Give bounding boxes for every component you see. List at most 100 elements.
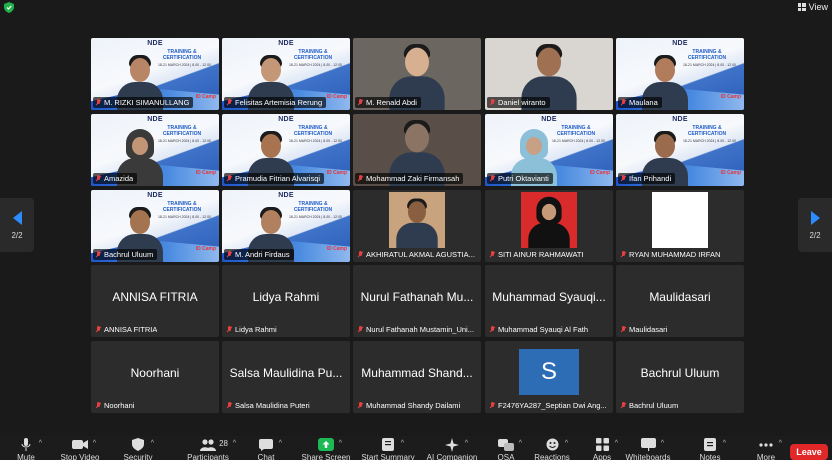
more-icon: ^ [758,438,782,451]
participant-tile[interactable]: NDE TRAINING & CERTIFICATION 18-21 MARCH 2… [222,190,350,262]
toolbar-qa-button[interactable]: ^ QSA [486,438,526,460]
view-label: View [808,2,828,12]
participant-display-name: Bachrul Uluum [640,366,720,380]
chevron-up-icon[interactable]: ^ [151,440,154,447]
participant-tile[interactable]: Maulidasari Maulidasari [616,265,744,337]
participant-tile[interactable]: Mohammad Zaki Firmansah [353,114,481,186]
toolbar-notes-button[interactable]: ^ Notes [690,438,730,460]
poster-title: TRAINING & CERTIFICATION [293,201,333,213]
muted-microphone-icon [358,250,363,259]
toolbar-whiteboard-button[interactable]: ^ Whiteboards [625,438,671,460]
participant-tile[interactable]: Daniel wiranto [485,38,613,110]
participant-name: Amazida [104,174,134,183]
participant-tile[interactable]: NDE TRAINING & CERTIFICATION 18-21 MARCH 2… [222,114,350,186]
muted-microphone-icon [96,98,101,107]
participant-name-tag: Pramudia Fitrian Alvarisqi [224,173,325,184]
participant-tile[interactable]: AKHIRATUL AKMAL AGUSTIA... [353,190,481,262]
summary-icon: ^ [380,438,404,451]
toolbar-label: QSA [497,453,515,460]
participant-tile[interactable]: Muhammad Syauqi... Muhammad Syauqi Al Fat… [485,265,613,337]
participant-tile[interactable]: Bachrul Uluum Bachrul Uluum [616,341,744,413]
participant-tile[interactable]: Lidya Rahmi Lidya Rahmi [222,265,350,337]
muted-microphone-icon [96,401,101,410]
participant-tile[interactable]: ANNISA FITRIA ANNISA FITRIA [91,265,219,337]
chevron-up-icon[interactable]: ^ [401,440,404,447]
muted-microphone-icon [227,325,232,334]
poster-title: TRAINING & CERTIFICATION [293,49,333,61]
toolbar-video-camera-button[interactable]: ^ Stop Video [60,438,100,460]
participant-figure [396,196,438,248]
participant-tile[interactable]: RYAN MUHAMMAD IRFAN [616,190,744,262]
poster-date: 18-21 MARCH 2024 | 8.00 - 12.00 [288,215,342,219]
participant-tile[interactable]: NDE TRAINING & CERTIFICATION 18-21 MARCH 2… [91,190,219,262]
leave-button[interactable]: Leave [790,444,828,460]
toolbar-chat-button[interactable]: ^ Chat [246,438,286,460]
participant-display-name: Muhammad Shand... [361,366,473,380]
participant-name: Daniel wiranto [498,98,546,107]
encryption-shield-icon[interactable] [4,2,14,13]
previous-page-button[interactable]: 2/2 [0,198,34,252]
poster-brand: ID Camp [195,170,216,176]
participant-tile[interactable]: Noorhani Noorhani [91,341,219,413]
participant-tile[interactable]: NDE TRAINING & CERTIFICATION 18-21 MARCH 2… [91,114,219,186]
participant-tile[interactable]: Muhammad Shand... Muhammad Shandy Dailami [353,341,481,413]
participant-tile[interactable]: Nurul Fathanah Mu... Nurul Fathanah Musta… [353,265,481,337]
participant-name: Putri Oktavianti [498,174,549,183]
chevron-up-icon[interactable]: ^ [615,440,618,447]
chevron-up-icon[interactable]: ^ [723,440,726,447]
chevron-up-icon[interactable]: ^ [93,440,96,447]
participant-tile[interactable]: Salsa Maulidina Pu... Salsa Maulidina Put… [222,341,350,413]
toolbar-shield-button[interactable]: ^ Security [118,438,158,460]
next-page-button[interactable]: 2/2 [798,198,832,252]
toolbar-apps-button[interactable]: ^ Apps [582,438,622,460]
participant-name-tag: Muhammad Syauqi Al Fath [487,324,592,335]
participant-tile[interactable]: M. Renald Abdi [353,38,481,110]
chevron-up-icon[interactable]: ^ [39,440,42,447]
participant-name: Muhammad Shandy Dailami [366,401,461,410]
poster-logo: NDE [672,40,688,47]
participant-name-tag: F2476YA287_Septian Dwi Ang... [487,400,611,411]
view-button[interactable]: View [797,1,828,13]
chevron-up-icon[interactable]: ^ [565,440,568,447]
toolbar-label: Whiteboards [625,453,671,460]
poster-date: 18-21 MARCH 2024 | 8.00 - 12.00 [288,63,342,67]
sparkle-icon: ^ [444,437,468,452]
poster-title: TRAINING & CERTIFICATION [162,49,202,61]
chevron-up-icon[interactable]: ^ [519,440,522,447]
participant-tile[interactable]: NDE TRAINING & CERTIFICATION 18-21 MARCH 2… [91,38,219,110]
toolbar-more-button[interactable]: ^ More [746,438,786,460]
participant-tile[interactable]: NDE TRAINING & CERTIFICATION 18-21 MARCH 2… [222,38,350,110]
top-bar: View [0,0,832,14]
poster-logo: NDE [672,116,688,123]
muted-microphone-icon [227,174,232,183]
toolbar-microphone-button[interactable]: ^ Mute [6,438,46,460]
toolbar-participants-button[interactable]: 28 ^ Participants [187,438,236,460]
chevron-up-icon[interactable]: ^ [339,440,342,447]
participant-tile[interactable]: NDE TRAINING & CERTIFICATION 18-21 MARCH 2… [485,114,613,186]
muted-microphone-icon [490,401,495,410]
chevron-up-icon[interactable]: ^ [279,440,282,447]
participant-tile[interactable]: NDE TRAINING & CERTIFICATION 18-21 MARCH 2… [616,38,744,110]
participant-name: M. Renald Abdi [366,98,417,107]
participant-tile[interactable]: NDE TRAINING & CERTIFICATION 18-21 MARCH 2… [616,114,744,186]
poster-title: TRAINING & CERTIFICATION [556,125,596,137]
toolbar-sparkle-button[interactable]: ^ AI Companion [427,437,477,460]
chevron-up-icon[interactable]: ^ [661,440,664,447]
chevron-up-icon[interactable]: ^ [233,440,236,447]
chevron-up-icon[interactable]: ^ [779,440,782,447]
participant-face [654,58,675,82]
participant-name-tag: Felisitas Artemisia Rerung [224,97,327,108]
chevron-up-icon[interactable]: ^ [465,440,468,447]
participant-gallery: NDE TRAINING & CERTIFICATION 18-21 MARCH 2… [91,38,745,414]
participant-tile[interactable]: SITI AINUR RAHMAWATI [485,190,613,262]
poster-brand: ID Camp [589,170,610,176]
toolbar-reactions-button[interactable]: ^ Reactions [532,438,572,460]
profile-photo [389,192,445,248]
poster-logo: NDE [147,40,163,47]
participant-display-name: Muhammad Syauqi... [492,290,606,304]
toolbar-summary-button[interactable]: ^ Start Summary [361,438,415,460]
microphone-icon: ^ [18,438,42,451]
participant-tile[interactable]: S F2476YA287_Septian Dwi Ang... [485,341,613,413]
toolbar-share-screen-button[interactable]: ^ Share Screen [302,438,350,460]
muted-microphone-icon [621,250,626,259]
